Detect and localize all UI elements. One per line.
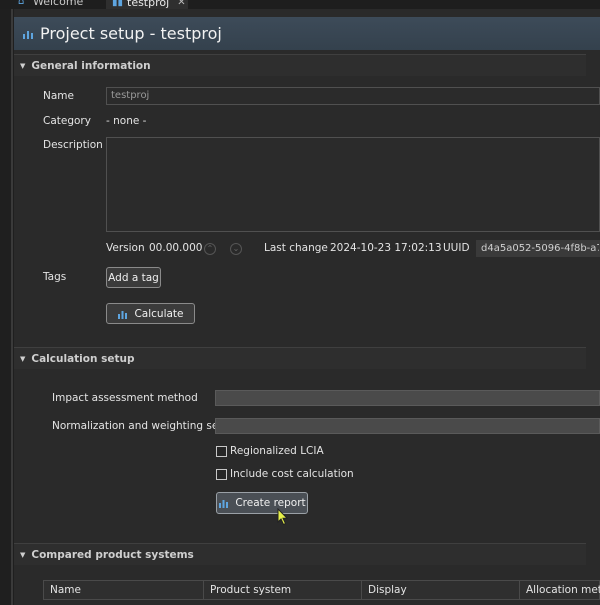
section-compared-product-systems[interactable]: ▼ Compared product systems	[14, 543, 586, 565]
mouse-cursor-icon	[277, 508, 289, 526]
tab-testproj[interactable]: ▮▮ testproj ✕	[106, 0, 188, 9]
cost-calculation-label: Include cost calculation	[230, 468, 354, 480]
version-up-icon[interactable]: ⌃	[204, 243, 216, 255]
collapse-triangle-icon: ▼	[20, 550, 26, 559]
page-title: Project setup - testproj	[40, 24, 222, 43]
calculate-button-label: Calculate	[134, 307, 184, 320]
report-icon	[219, 500, 229, 508]
compared-systems-table-header: Name Product system Display Allocation m…	[43, 580, 600, 600]
add-tag-button[interactable]: Add a tag	[106, 267, 161, 288]
collapse-triangle-icon: ▼	[20, 61, 26, 70]
page-header: Project setup - testproj	[14, 17, 600, 50]
project-icon: ▮▮	[112, 0, 124, 8]
name-field[interactable]: testproj	[106, 87, 600, 105]
scrollbar-track[interactable]	[11, 9, 13, 605]
home-icon: ⌂	[18, 0, 25, 7]
name-label: Name	[43, 90, 74, 102]
cost-calculation-checkbox[interactable]	[216, 469, 227, 480]
regionalized-checkbox[interactable]	[216, 446, 227, 457]
description-textarea[interactable]	[106, 137, 600, 232]
uuid-label: UUID	[443, 242, 470, 254]
column-header-allocation-method[interactable]: Allocation meth	[520, 581, 600, 600]
tags-label: Tags	[43, 271, 67, 283]
version-value: 00.00.000	[149, 242, 203, 254]
section-calculation-setup[interactable]: ▼ Calculation setup	[14, 347, 586, 369]
category-value[interactable]: - none -	[106, 115, 146, 127]
column-header-display[interactable]: Display	[362, 581, 520, 600]
last-change-value: 2024-10-23 17:02:13	[330, 242, 442, 254]
project-icon	[23, 30, 33, 39]
column-header-product-system[interactable]: Product system	[204, 581, 362, 600]
column-header-name[interactable]: Name	[44, 581, 204, 600]
normalization-label: Normalization and weighting set	[52, 420, 223, 432]
collapse-triangle-icon: ▼	[20, 354, 26, 363]
description-label: Description	[43, 139, 103, 151]
regionalized-label: Regionalized LCIA	[230, 445, 324, 457]
tab-welcome[interactable]: ⌂ Welcome	[18, 0, 83, 9]
section-title: General information	[31, 59, 151, 72]
uuid-field[interactable]: d4a5a052-5096-4f8b-a733	[476, 240, 600, 257]
last-change-label: Last change	[264, 242, 328, 254]
tab-label: Welcome	[33, 0, 84, 8]
calculate-button[interactable]: Calculate	[106, 303, 195, 324]
section-title: Compared product systems	[31, 548, 194, 561]
create-report-button[interactable]: Create report	[216, 492, 308, 514]
impact-method-label: Impact assessment method	[52, 392, 198, 404]
close-icon[interactable]: ✕	[177, 0, 185, 8]
section-general-information[interactable]: ▼ General information	[14, 54, 586, 76]
version-down-icon[interactable]: ⌄	[230, 243, 242, 255]
section-title: Calculation setup	[31, 352, 135, 365]
version-label: Version	[106, 242, 145, 254]
normalization-select[interactable]	[215, 418, 600, 434]
impact-method-select[interactable]	[215, 390, 600, 406]
category-label: Category	[43, 115, 91, 127]
create-report-label: Create report	[235, 497, 306, 509]
calculate-icon	[118, 310, 128, 319]
tab-label: testproj	[127, 0, 170, 9]
editor-tab-strip: ⌂ Welcome ▮▮ testproj ✕	[0, 0, 600, 9]
